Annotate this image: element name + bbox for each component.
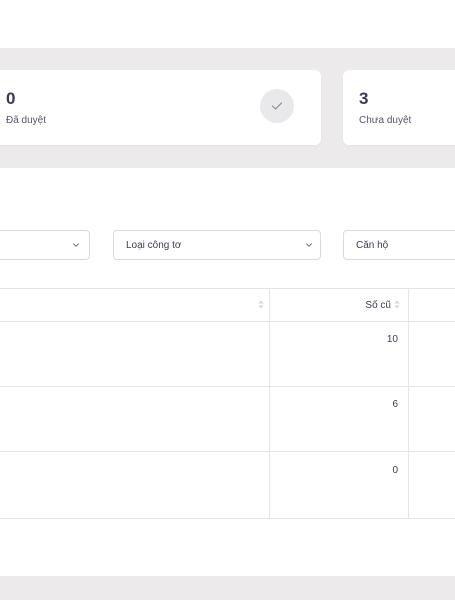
sort-icon[interactable] xyxy=(394,300,400,309)
chevron-down-icon xyxy=(73,243,79,247)
column-divider xyxy=(269,289,270,519)
column-header-old-reading[interactable]: Số cũ xyxy=(365,300,391,311)
apartment-value: Căn hộ xyxy=(356,239,389,251)
table-header: Số cũ xyxy=(0,289,455,322)
check-icon xyxy=(260,89,294,123)
apartment-select[interactable]: Căn hộ xyxy=(343,230,455,260)
stat-card-pending: 3 Chưa duyệt xyxy=(343,70,455,145)
stat-card-approved: 0 Đã duyệt xyxy=(0,70,321,145)
old-reading-cell: 10 xyxy=(386,334,398,345)
old-reading-cell: 6 xyxy=(392,399,398,410)
approved-count: 0 xyxy=(6,89,16,108)
sort-icon[interactable] xyxy=(258,300,264,309)
pending-count: 3 xyxy=(359,89,369,108)
old-reading-cell: 0 xyxy=(392,465,398,476)
readings-table: Số cũ 10 6 0 xyxy=(0,288,455,519)
top-bar xyxy=(0,0,455,48)
approved-label: Đã duyệt xyxy=(6,115,47,126)
table-row: 6 xyxy=(0,387,455,452)
table-row: 0 xyxy=(0,453,455,518)
filter-select-first[interactable] xyxy=(0,230,90,260)
readings-panel: Loại công tơ Căn hộ Số cũ 10 6 0 xyxy=(0,168,455,576)
meter-type-value: Loại công tơ xyxy=(126,239,182,251)
table-row: 10 xyxy=(0,322,455,387)
page: 0 Đã duyệt 3 Chưa duyệt Loại công tơ Căn… xyxy=(0,0,455,600)
pending-label: Chưa duyệt xyxy=(359,115,412,126)
chevron-down-icon xyxy=(306,243,312,247)
meter-type-select[interactable]: Loại công tơ xyxy=(113,230,321,260)
column-divider xyxy=(408,289,409,519)
